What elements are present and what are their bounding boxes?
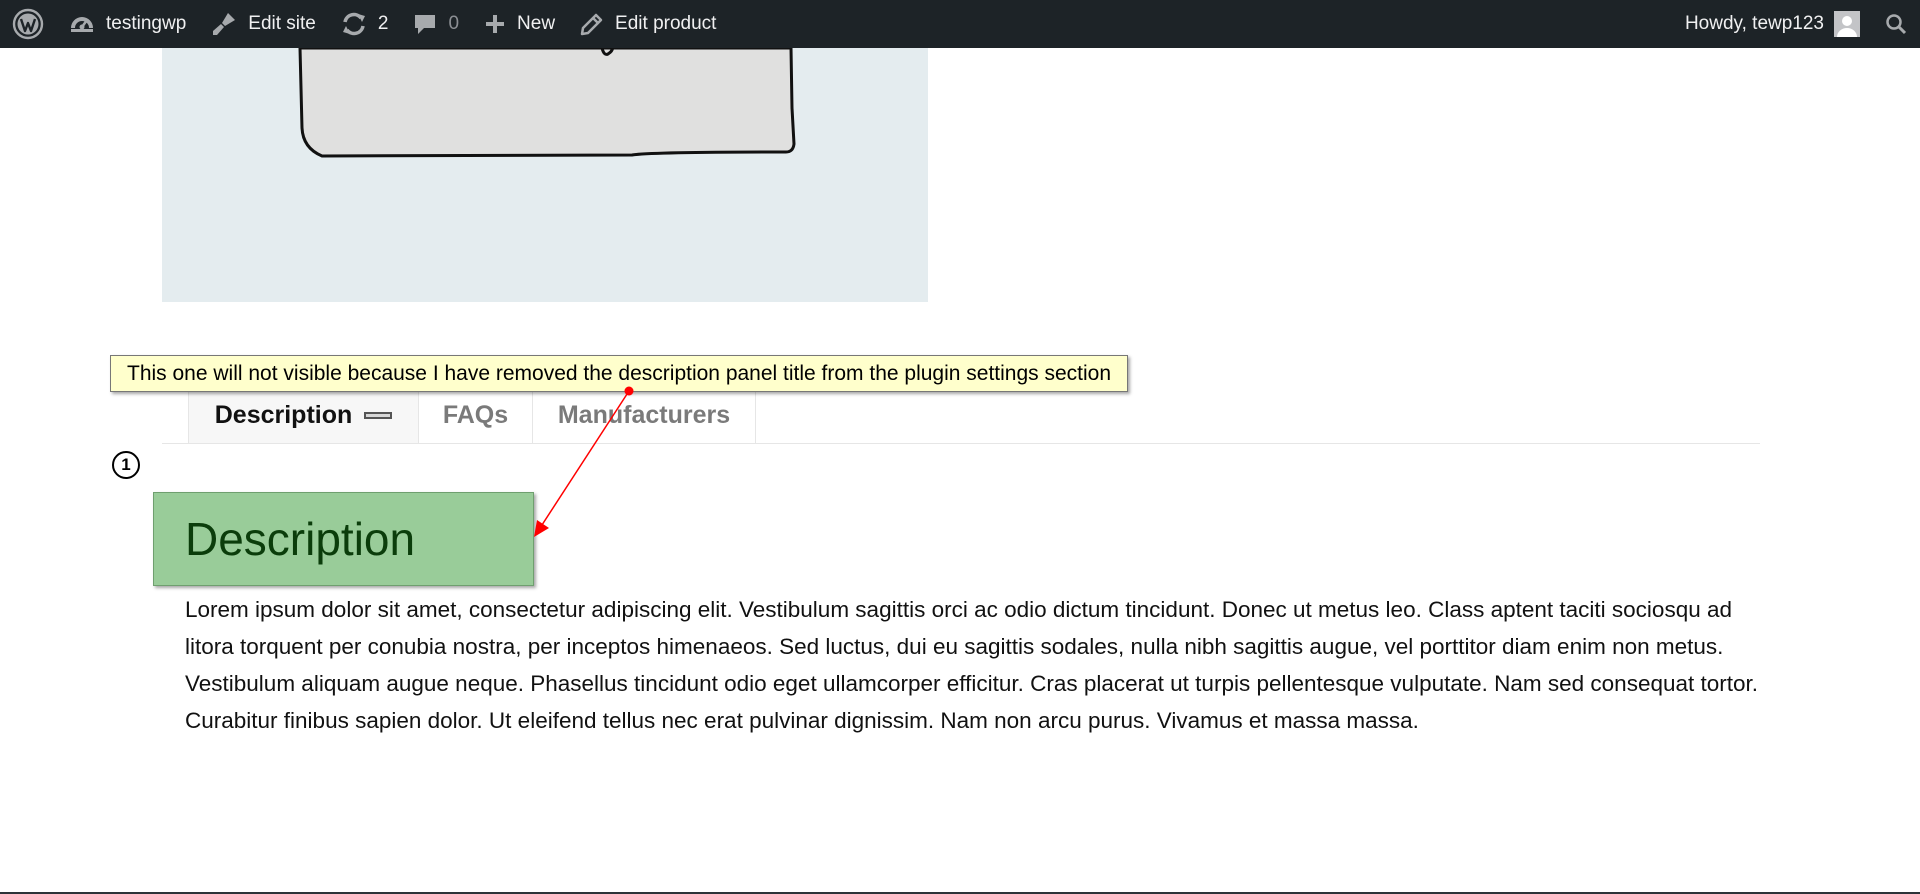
annotation-note-text: This one will not visible because I have… <box>127 361 1112 385</box>
comment-icon <box>415 15 436 34</box>
description-body: Lorem ipsum dolor sit amet, consectetur … <box>185 597 1759 733</box>
new-content-menu[interactable]: New <box>471 0 567 48</box>
annotation-number-badge: 1 <box>112 451 140 479</box>
annotation-number: 1 <box>121 455 131 474</box>
search-button[interactable] <box>1872 0 1920 48</box>
search-icon <box>1886 14 1907 35</box>
annotation-note: This one will not visible because I have… <box>110 355 1129 392</box>
product-tabs: Description FAQs Manufacturers <box>162 387 1760 444</box>
edit-product-link[interactable]: Edit product <box>567 0 728 48</box>
tab-description[interactable]: Description <box>188 387 418 443</box>
brush-icon <box>213 13 236 35</box>
tab-manufacturers[interactable]: Manufacturers <box>532 387 756 443</box>
description-heading: Description <box>153 492 534 586</box>
admin-bar: testingwp Edit site 2 0 New Edit product… <box>0 0 1920 48</box>
avatar <box>1834 11 1860 37</box>
product-image <box>162 48 928 302</box>
tab-faqs[interactable]: FAQs <box>418 387 532 443</box>
pencil-icon <box>580 13 603 36</box>
site-name-menu[interactable]: testingwp <box>56 0 198 48</box>
wordpress-icon <box>12 8 44 40</box>
tab-description-label: Description <box>214 401 353 429</box>
minus-icon <box>364 412 393 419</box>
site-name: testingwp <box>106 13 187 34</box>
updates-icon <box>342 12 365 36</box>
updates-link[interactable]: 2 <box>328 0 401 48</box>
updates-count: 2 <box>377 13 389 34</box>
tab-manufacturers-label: Manufacturers <box>557 401 731 429</box>
dashboard-icon <box>71 17 93 32</box>
edit-site-label: Edit site <box>248 13 316 34</box>
edit-site-link[interactable]: Edit site <box>198 0 328 48</box>
description-heading-text: Description <box>185 513 416 565</box>
comments-count: 0 <box>448 13 460 34</box>
howdy-greeting: Howdy, tewp123 <box>1684 13 1824 34</box>
tab-faqs-label: FAQs <box>442 401 509 429</box>
wordpress-logo-menu[interactable] <box>0 0 56 48</box>
edit-product-label: Edit product <box>615 13 717 34</box>
new-label: New <box>517 13 556 34</box>
plus-icon <box>486 15 505 33</box>
comments-link[interactable]: 0 <box>400 0 471 48</box>
my-account-menu[interactable]: Howdy, tewp123 <box>1673 0 1872 48</box>
